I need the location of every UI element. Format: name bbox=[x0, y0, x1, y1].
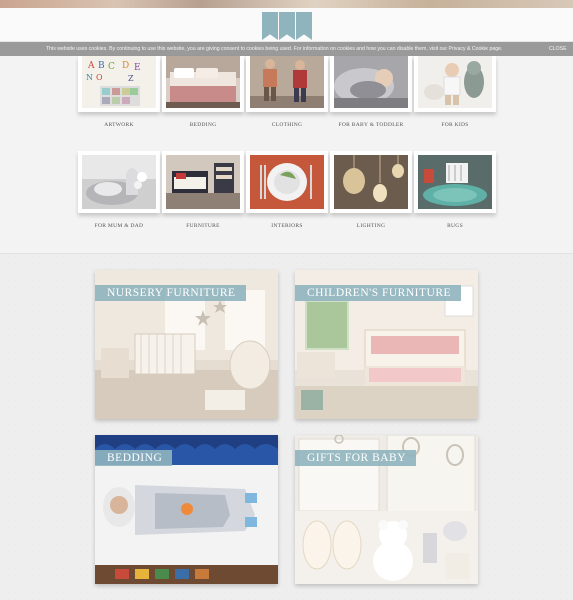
svg-text:Z: Z bbox=[128, 74, 134, 83]
rugs-image[interactable] bbox=[414, 151, 496, 213]
artwork-image[interactable]: A B C D E N O Z bbox=[78, 56, 160, 112]
feature-title[interactable]: GIFTS FOR BABY bbox=[295, 450, 417, 466]
feature-nursery-furniture[interactable]: NURSERY FURNITURE bbox=[95, 270, 278, 419]
category-rugs[interactable]: RUGS bbox=[414, 151, 496, 229]
category-clothing[interactable]: CLOTHING bbox=[246, 56, 328, 128]
category-label[interactable]: ARTWORK bbox=[78, 122, 160, 128]
cookie-close-button[interactable]: CLOSE bbox=[549, 42, 567, 56]
feature-childrens-furniture[interactable]: CHILDREN'S FURNITURE bbox=[295, 270, 478, 419]
category-baby-toddler[interactable]: FOR BABY & TODDLER bbox=[330, 56, 412, 128]
bedding-image[interactable] bbox=[162, 56, 244, 112]
feature-title[interactable]: BEDDING bbox=[95, 450, 173, 466]
feature-gifts-for-baby[interactable]: GIFTS FOR BABY bbox=[295, 435, 478, 584]
category-label[interactable]: BEDDING bbox=[162, 122, 244, 128]
mum-dad-image[interactable] bbox=[78, 151, 160, 213]
feature-bedding[interactable]: BEDDING bbox=[95, 435, 278, 584]
interiors-image[interactable] bbox=[246, 151, 328, 213]
svg-text:E: E bbox=[134, 63, 141, 73]
category-kids[interactable]: FOR KIDS bbox=[414, 56, 496, 128]
feature-title[interactable]: NURSERY FURNITURE bbox=[95, 285, 246, 301]
category-label[interactable]: FOR BABY & TODDLER bbox=[330, 122, 412, 128]
category-interiors[interactable]: INTERIORS bbox=[246, 151, 328, 229]
feature-title[interactable]: CHILDREN'S FURNITURE bbox=[295, 285, 462, 301]
header-band bbox=[0, 8, 573, 42]
svg-text:N: N bbox=[86, 73, 93, 82]
category-furniture[interactable]: FURNITURE bbox=[162, 151, 244, 229]
svg-text:B: B bbox=[98, 61, 105, 71]
header-photo-strip bbox=[0, 0, 573, 8]
svg-text:A: A bbox=[87, 61, 95, 71]
kids-image[interactable] bbox=[414, 56, 496, 112]
furniture-image[interactable] bbox=[162, 151, 244, 213]
category-lighting[interactable]: LIGHTING bbox=[330, 151, 412, 229]
category-label[interactable]: INTERIORS bbox=[246, 223, 328, 229]
category-label[interactable]: RUGS bbox=[414, 223, 496, 229]
category-artwork[interactable]: A B C D E N O Z ARTWORK bbox=[78, 56, 160, 128]
category-label[interactable]: FURNITURE bbox=[162, 223, 244, 229]
category-label[interactable]: LIGHTING bbox=[330, 223, 412, 229]
category-label[interactable]: FOR MUM & DAD bbox=[78, 223, 160, 229]
category-label[interactable]: CLOTHING bbox=[246, 122, 328, 128]
logo-ribbon-icon[interactable] bbox=[262, 12, 312, 40]
lighting-image[interactable] bbox=[330, 151, 412, 213]
category-grid: A B C D E N O Z ARTWORK BEDDING CLOTHING… bbox=[0, 56, 573, 254]
cookie-notice-bar: This website uses cookies. By continuing… bbox=[0, 42, 573, 56]
feature-tiles: NURSERY FURNITURE CHILDREN'S FURNITURE B… bbox=[0, 254, 573, 600]
category-label[interactable]: FOR KIDS bbox=[414, 122, 496, 128]
baby-toddler-image[interactable] bbox=[330, 56, 412, 112]
svg-text:D: D bbox=[122, 61, 129, 71]
cookie-notice-text: This website uses cookies. By continuing… bbox=[46, 46, 503, 52]
svg-text:C: C bbox=[108, 62, 115, 72]
category-mum-dad[interactable]: FOR MUM & DAD bbox=[78, 151, 160, 229]
clothing-image[interactable] bbox=[246, 56, 328, 112]
category-bedding[interactable]: BEDDING bbox=[162, 56, 244, 128]
svg-text:O: O bbox=[96, 73, 103, 82]
